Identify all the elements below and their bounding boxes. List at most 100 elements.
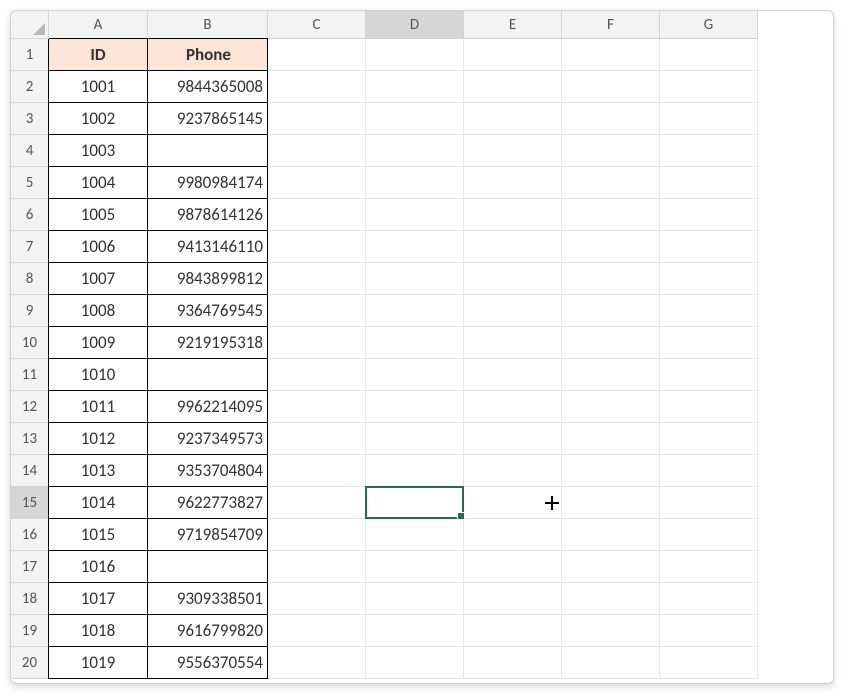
cell-E13[interactable] <box>464 423 562 455</box>
cell-F11[interactable] <box>562 359 660 391</box>
cell-D2[interactable] <box>366 71 464 103</box>
cell-G14[interactable] <box>660 455 758 487</box>
row-header-14[interactable]: 14 <box>11 455 49 487</box>
cell-A3[interactable]: 1002 <box>48 102 148 135</box>
cell-D13[interactable] <box>366 423 464 455</box>
row-header-3[interactable]: 3 <box>11 103 49 135</box>
cell-F3[interactable] <box>562 103 660 135</box>
cell-B3[interactable]: 9237865145 <box>147 102 268 135</box>
cell-A13[interactable]: 1012 <box>48 422 148 455</box>
cell-C3[interactable] <box>268 103 366 135</box>
column-header-E[interactable]: E <box>464 11 562 39</box>
cell-G3[interactable] <box>660 103 758 135</box>
row-header-15[interactable]: 15 <box>11 487 49 519</box>
cell-C4[interactable] <box>268 135 366 167</box>
cell-B9[interactable]: 9364769545 <box>147 294 268 327</box>
cell-C19[interactable] <box>268 615 366 647</box>
row-header-9[interactable]: 9 <box>11 295 49 327</box>
cell-G9[interactable] <box>660 295 758 327</box>
row-header-12[interactable]: 12 <box>11 391 49 423</box>
cell-D11[interactable] <box>366 359 464 391</box>
cell-A15[interactable]: 1014 <box>48 486 148 519</box>
cell-A1[interactable]: ID <box>48 38 148 71</box>
cell-G17[interactable] <box>660 551 758 583</box>
cell-E7[interactable] <box>464 231 562 263</box>
cell-E6[interactable] <box>464 199 562 231</box>
row-header-2[interactable]: 2 <box>11 71 49 103</box>
cell-G12[interactable] <box>660 391 758 423</box>
cell-G16[interactable] <box>660 519 758 551</box>
row-header-1[interactable]: 1 <box>11 39 49 71</box>
cell-D4[interactable] <box>366 135 464 167</box>
cell-E20[interactable] <box>464 647 562 679</box>
row-header-6[interactable]: 6 <box>11 199 49 231</box>
cell-A18[interactable]: 1017 <box>48 582 148 615</box>
cell-F5[interactable] <box>562 167 660 199</box>
cell-F4[interactable] <box>562 135 660 167</box>
cell-C9[interactable] <box>268 295 366 327</box>
cell-F20[interactable] <box>562 647 660 679</box>
column-header-B[interactable]: B <box>148 11 268 39</box>
cell-A4[interactable]: 1003 <box>48 134 148 167</box>
cell-D6[interactable] <box>366 199 464 231</box>
cell-F14[interactable] <box>562 455 660 487</box>
cell-F16[interactable] <box>562 519 660 551</box>
cell-F17[interactable] <box>562 551 660 583</box>
cell-E19[interactable] <box>464 615 562 647</box>
cell-C10[interactable] <box>268 327 366 359</box>
row-header-17[interactable]: 17 <box>11 551 49 583</box>
cell-B11[interactable] <box>147 358 268 391</box>
cell-B6[interactable]: 9878614126 <box>147 198 268 231</box>
cell-B19[interactable]: 9616799820 <box>147 614 268 647</box>
cell-E17[interactable] <box>464 551 562 583</box>
cell-B7[interactable]: 9413146110 <box>147 230 268 263</box>
column-header-A[interactable]: A <box>49 11 148 39</box>
spreadsheet-grid[interactable]: ABCDEFG1IDPhone2100198443650083100292378… <box>11 11 833 679</box>
cell-G4[interactable] <box>660 135 758 167</box>
cell-B20[interactable]: 9556370554 <box>147 646 268 679</box>
cell-F12[interactable] <box>562 391 660 423</box>
cell-F6[interactable] <box>562 199 660 231</box>
cell-G11[interactable] <box>660 359 758 391</box>
cell-A2[interactable]: 1001 <box>48 70 148 103</box>
cell-D14[interactable] <box>366 455 464 487</box>
cell-D5[interactable] <box>366 167 464 199</box>
cell-F9[interactable] <box>562 295 660 327</box>
row-header-11[interactable]: 11 <box>11 359 49 391</box>
cell-A16[interactable]: 1015 <box>48 518 148 551</box>
cell-A7[interactable]: 1006 <box>48 230 148 263</box>
cell-G1[interactable] <box>660 39 758 71</box>
cell-C11[interactable] <box>268 359 366 391</box>
cell-A8[interactable]: 1007 <box>48 262 148 295</box>
cell-B10[interactable]: 9219195318 <box>147 326 268 359</box>
row-header-4[interactable]: 4 <box>11 135 49 167</box>
cell-C15[interactable] <box>268 487 366 519</box>
cell-B8[interactable]: 9843899812 <box>147 262 268 295</box>
cell-G13[interactable] <box>660 423 758 455</box>
cell-B12[interactable]: 9962214095 <box>147 390 268 423</box>
cell-D3[interactable] <box>366 103 464 135</box>
cell-C13[interactable] <box>268 423 366 455</box>
cell-E14[interactable] <box>464 455 562 487</box>
cell-G10[interactable] <box>660 327 758 359</box>
cell-B15[interactable]: 9622773827 <box>147 486 268 519</box>
cell-C17[interactable] <box>268 551 366 583</box>
cell-G20[interactable] <box>660 647 758 679</box>
cell-B5[interactable]: 9980984174 <box>147 166 268 199</box>
column-header-D[interactable]: D <box>366 11 464 39</box>
cell-F19[interactable] <box>562 615 660 647</box>
cell-D9[interactable] <box>366 295 464 327</box>
cell-C5[interactable] <box>268 167 366 199</box>
cell-C16[interactable] <box>268 519 366 551</box>
cell-D17[interactable] <box>366 551 464 583</box>
cell-B17[interactable] <box>147 550 268 583</box>
cell-F13[interactable] <box>562 423 660 455</box>
row-header-19[interactable]: 19 <box>11 615 49 647</box>
cell-D15[interactable] <box>366 487 464 519</box>
cell-G15[interactable] <box>660 487 758 519</box>
cell-A11[interactable]: 1010 <box>48 358 148 391</box>
cell-D16[interactable] <box>366 519 464 551</box>
cell-F1[interactable] <box>562 39 660 71</box>
cell-G19[interactable] <box>660 615 758 647</box>
cell-G6[interactable] <box>660 199 758 231</box>
